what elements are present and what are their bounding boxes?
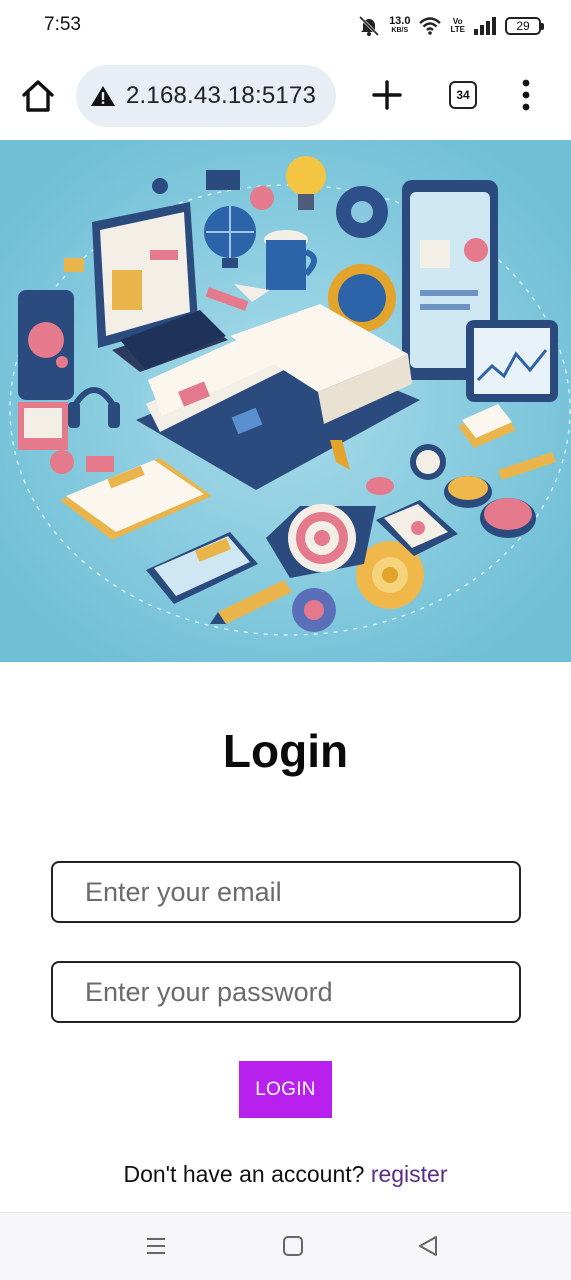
- overflow-menu-icon[interactable]: [515, 77, 537, 113]
- plus-icon[interactable]: [370, 78, 404, 112]
- login-button-label: LOGIN: [255, 1078, 316, 1100]
- browser-toolbar: 2.168.43.18:5173 34: [0, 50, 571, 140]
- home-icon[interactable]: [18, 76, 58, 116]
- muted-bell-icon: [359, 15, 380, 37]
- tab-count: 34: [456, 88, 470, 102]
- net-speed-unit: KB/S: [391, 27, 409, 34]
- address-bar[interactable]: 2.168.43.18:5173: [76, 65, 336, 127]
- cog-small-illustration: [292, 588, 336, 632]
- tabs-icon[interactable]: 34: [449, 81, 477, 109]
- url-text[interactable]: 2.168.43.18:5173: [126, 82, 316, 110]
- password-field[interactable]: [51, 961, 521, 1023]
- volte-indicator: Vo LTE: [450, 18, 465, 34]
- battery-icon: 29: [505, 17, 544, 35]
- register-prompt: Don't have an account?: [123, 1161, 365, 1187]
- login-button[interactable]: LOGIN: [239, 1061, 332, 1118]
- system-nav-bar: [0, 1212, 571, 1280]
- wifi-icon: [419, 17, 442, 35]
- email-field[interactable]: [51, 861, 521, 923]
- battery-level: 29: [516, 19, 530, 33]
- status-icons: 13.0 KB/S Vo LTE 29: [357, 12, 544, 40]
- login-title: Login: [222, 725, 349, 777]
- volte-bottom: LTE: [450, 25, 465, 34]
- status-bar: 7:53 13.0 KB/S Vo LTE 29: [0, 0, 571, 50]
- signal-icon: [474, 17, 496, 35]
- register-prompt-line: Don't have an account? register: [0, 1161, 571, 1188]
- net-speed-value: 13.0: [389, 15, 411, 27]
- recent-apps-icon[interactable]: [145, 1235, 167, 1257]
- back-nav-icon[interactable]: [416, 1234, 440, 1258]
- net-speed: 13.0 KB/S: [389, 15, 411, 35]
- warning-icon[interactable]: [90, 84, 116, 108]
- hero-illustration: [0, 140, 571, 662]
- register-link[interactable]: register: [371, 1161, 448, 1187]
- learning-illustration: [0, 140, 571, 662]
- status-time: 7:53: [44, 14, 81, 35]
- phone-illustration: [18, 290, 74, 450]
- home-nav-icon[interactable]: [282, 1235, 304, 1257]
